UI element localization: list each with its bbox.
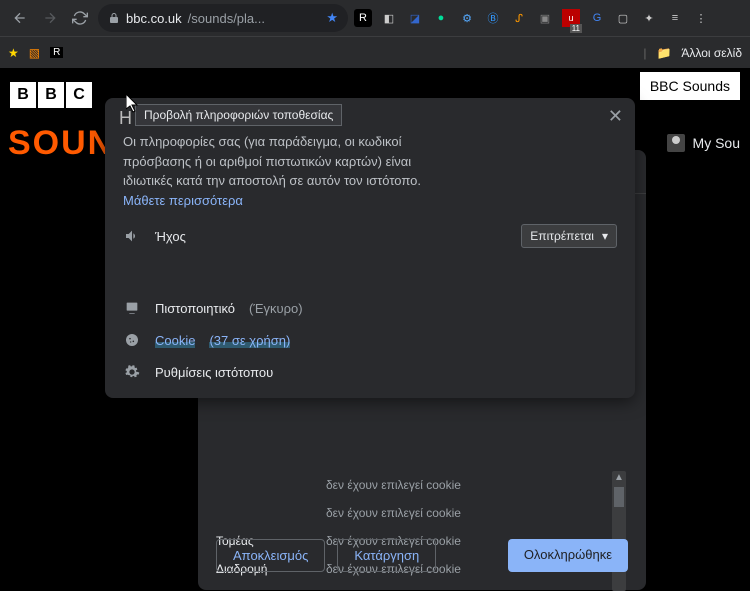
ext-icon-5[interactable]: ⚙ — [458, 9, 476, 27]
bookmark-item-3[interactable]: R — [50, 47, 63, 58]
user-icon — [667, 134, 685, 152]
site-settings-row[interactable]: Ρυθμίσεις ιστότοπου — [123, 356, 617, 388]
bbc-sounds-tab[interactable]: BBC Sounds — [640, 72, 740, 100]
learn-more-link[interactable]: Μάθετε περισσότερα — [123, 193, 243, 208]
site-info-tooltip: Προβολή πληροφοριών τοποθεσίας — [135, 104, 342, 126]
certificate-row[interactable]: Πιστοποιητικό (Έγκυρο) — [123, 292, 617, 324]
extensions-icon[interactable]: ✦ — [640, 9, 658, 27]
mouse-cursor — [126, 94, 142, 114]
ext-icon-2[interactable]: ◧ — [380, 9, 398, 27]
certificate-icon — [123, 300, 141, 316]
bookmark-item-2[interactable]: ▧ — [29, 46, 40, 60]
ext-icon-6[interactable]: Ⓑ — [484, 9, 502, 27]
ext-icon-1[interactable]: R — [354, 9, 372, 27]
site-info-popup: Η Προβολή πληροφοριών τοποθεσίας ✕ Οι πλ… — [105, 98, 635, 398]
ext-icon-4[interactable]: ● — [432, 9, 450, 27]
reading-list-icon[interactable]: ≡ — [666, 9, 684, 27]
ext-icon-3[interactable]: ◪ — [406, 9, 424, 27]
other-bookmarks[interactable]: Άλλοι σελίδ — [681, 46, 742, 60]
chevron-down-icon: ▾ — [602, 229, 608, 243]
ext-icon-7[interactable]: ᔑ — [510, 9, 528, 27]
forward-button[interactable] — [38, 6, 62, 30]
cookies-row[interactable]: Cookie (37 σε χρήση) — [123, 324, 617, 356]
block-button[interactable]: Αποκλεισμός — [216, 539, 325, 572]
my-sounds-link[interactable]: My Sou — [667, 134, 740, 152]
done-button[interactable]: Ολοκληρώθηκε — [508, 539, 628, 572]
site-info-desc: Οι πληροφορίες σας (για παράδειγμα, οι κ… — [123, 134, 421, 188]
bookmark-sep-icon: | — [643, 46, 646, 60]
bookmark-star-icon[interactable]: ★ — [326, 10, 338, 26]
scroll-up-icon[interactable]: ▲ — [612, 471, 626, 485]
cookie-icon — [123, 332, 141, 348]
sound-icon — [123, 228, 141, 244]
bbc-logo[interactable]: BBC — [10, 82, 92, 108]
sound-permission-dropdown[interactable]: Επιτρέπεται▾ — [521, 224, 617, 248]
menu-icon[interactable]: ⋮ — [692, 9, 710, 27]
bookmark-item-1[interactable]: ★ — [8, 46, 19, 60]
ext-icon-11[interactable]: ▢ — [614, 9, 632, 27]
remove-button[interactable]: Κατάργηση — [337, 539, 436, 572]
reload-button[interactable] — [68, 6, 92, 30]
close-icon[interactable]: ✕ — [608, 106, 623, 127]
gear-icon — [123, 364, 141, 380]
lock-icon[interactable] — [108, 12, 120, 24]
extension-icons: R ◧ ◪ ● ⚙ Ⓑ ᔑ ▣ u11 G ▢ ✦ ≡ ⋮ — [354, 9, 710, 27]
url-domain: bbc.co.uk — [126, 11, 182, 26]
detail-value-1: δεν έχουν επιλεγεί cookie — [326, 478, 461, 492]
detail-value-2: δεν έχουν επιλεγεί cookie — [326, 506, 461, 520]
scroll-thumb[interactable] — [614, 487, 624, 507]
sounds-logo: SOUN — [8, 124, 114, 163]
folder-icon: 📁 — [656, 46, 671, 60]
address-bar[interactable]: bbc.co.uk/sounds/pla... ★ — [98, 4, 348, 32]
ext-icon-9[interactable]: u11 — [562, 9, 580, 27]
ext-icon-8[interactable]: ▣ — [536, 9, 554, 27]
url-path: /sounds/pla... — [188, 11, 265, 26]
ext-icon-10[interactable]: G — [588, 9, 606, 27]
back-button[interactable] — [8, 6, 32, 30]
permission-sound-label: Ήχος — [155, 229, 507, 244]
